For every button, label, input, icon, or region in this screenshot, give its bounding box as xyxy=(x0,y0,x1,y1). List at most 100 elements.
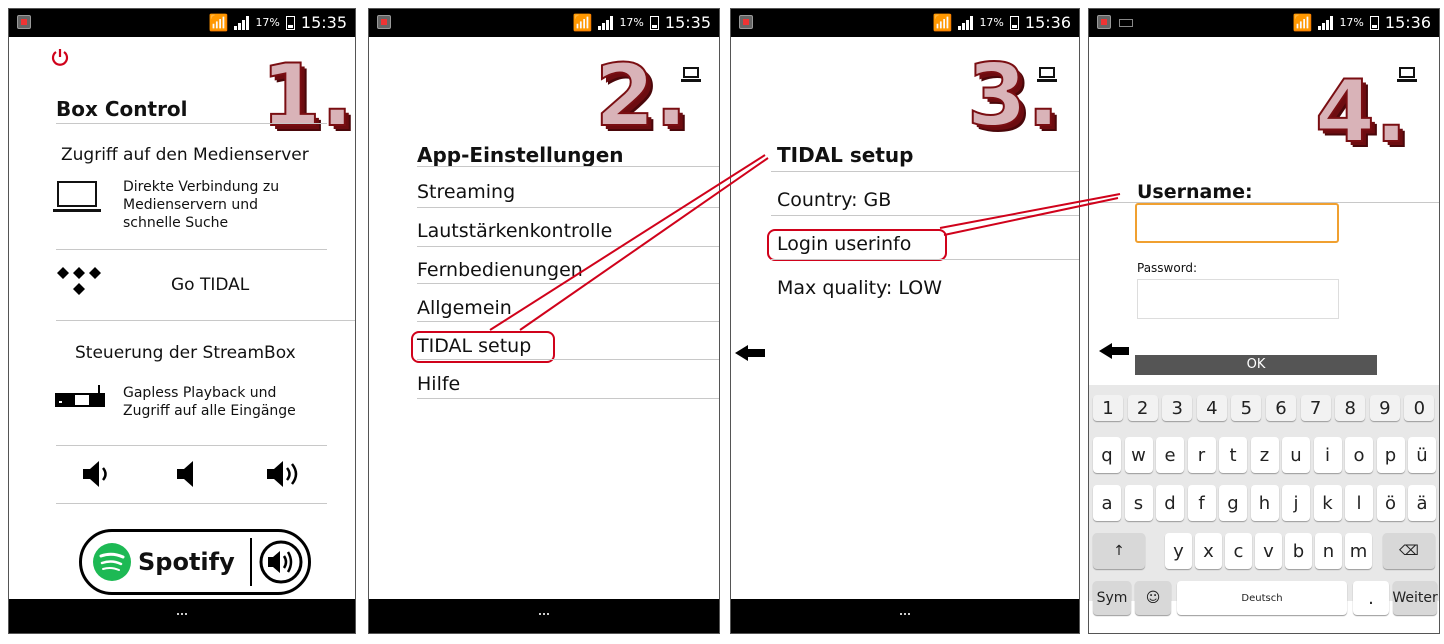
keyboard-notification-icon xyxy=(1119,19,1133,27)
power-icon[interactable] xyxy=(51,47,69,67)
key-y[interactable]: y xyxy=(1165,533,1192,569)
divider xyxy=(56,123,327,124)
key-g[interactable]: g xyxy=(1219,485,1247,521)
sym-key[interactable]: Sym xyxy=(1093,581,1131,615)
period-key[interactable]: . xyxy=(1353,581,1389,615)
key-1[interactable]: 1 xyxy=(1093,395,1123,421)
laptop-icon[interactable] xyxy=(1397,67,1417,83)
divider xyxy=(417,359,719,360)
key-b[interactable]: b xyxy=(1285,533,1312,569)
key-m[interactable]: m xyxy=(1345,533,1372,569)
screen-app-settings: 📶 17% 15:35 2. App-Einstellungen Streami… xyxy=(368,8,720,634)
wifi-icon: 📶 xyxy=(932,13,953,32)
divider xyxy=(417,246,719,247)
media-server-desc-line: Medienservern und xyxy=(123,197,258,213)
laptop-icon[interactable] xyxy=(1037,67,1057,83)
laptop-icon[interactable] xyxy=(681,67,701,83)
clock: 15:35 xyxy=(664,13,711,32)
go-tidal-button[interactable]: Go TIDAL xyxy=(49,261,329,317)
key-s[interactable]: s xyxy=(1124,485,1153,521)
media-server-row[interactable]: Direkte Verbindung zu Medienservern und … xyxy=(49,175,329,241)
username-input[interactable] xyxy=(1135,203,1339,243)
key-p[interactable]: p xyxy=(1376,437,1405,473)
key-i[interactable]: i xyxy=(1313,437,1342,473)
key-v[interactable]: v xyxy=(1255,533,1282,569)
divider xyxy=(56,320,355,321)
key-q[interactable]: q xyxy=(1093,437,1121,473)
key-6[interactable]: 6 xyxy=(1266,395,1296,421)
next-key[interactable]: Weiter xyxy=(1392,581,1438,615)
menu-item-help[interactable]: Hilfe xyxy=(417,373,460,395)
battery-percent: 17% xyxy=(255,16,280,29)
streambox-heading: Steuerung der StreamBox xyxy=(75,343,296,363)
app-notification-icon xyxy=(1097,15,1111,29)
divider xyxy=(417,166,719,167)
screen-box-control: 📶 17% 15:35 1. Box Control Zugriff auf d… xyxy=(8,8,356,634)
key-c[interactable]: c xyxy=(1225,533,1252,569)
signal-icon xyxy=(958,15,974,30)
ok-button[interactable]: OK xyxy=(1135,355,1377,375)
key-3[interactable]: 3 xyxy=(1162,395,1193,421)
volume-down-icon[interactable] xyxy=(81,459,115,489)
status-bar: 📶 17% 15:35 xyxy=(369,9,719,37)
key-a[interactable]: a xyxy=(1093,485,1121,521)
backspace-key[interactable]: ⌫ xyxy=(1383,533,1435,569)
back-arrow-icon[interactable] xyxy=(735,345,765,361)
emoji-key[interactable]: ☺ xyxy=(1135,581,1171,615)
key-ä[interactable]: ä xyxy=(1408,485,1436,521)
key-2[interactable]: 2 xyxy=(1127,395,1158,421)
nav-bar xyxy=(369,599,719,633)
key-z[interactable]: z xyxy=(1250,437,1279,473)
streambox-row[interactable]: Gapless Playback und Zugriff auf alle Ei… xyxy=(49,377,329,427)
password-input[interactable] xyxy=(1137,279,1339,319)
key-5[interactable]: 5 xyxy=(1231,395,1262,421)
media-server-heading: Zugriff auf den Medienserver xyxy=(61,145,309,165)
spotify-connect-button[interactable]: Spotify xyxy=(79,529,311,595)
space-key[interactable]: Deutsch xyxy=(1177,581,1347,615)
divider xyxy=(417,283,719,284)
key-8[interactable]: 8 xyxy=(1335,395,1366,421)
key-r[interactable]: r xyxy=(1187,437,1216,473)
max-quality-setting[interactable]: Max quality: LOW xyxy=(777,277,942,299)
go-tidal-label: Go TIDAL xyxy=(171,275,250,295)
key-d[interactable]: d xyxy=(1156,485,1184,521)
key-h[interactable]: h xyxy=(1250,485,1279,521)
key-7[interactable]: 7 xyxy=(1300,395,1331,421)
key-0[interactable]: 0 xyxy=(1404,395,1435,421)
key-k[interactable]: k xyxy=(1313,485,1342,521)
menu-item-volume-control[interactable]: Lautstärkenkontrolle xyxy=(417,220,612,242)
shift-key[interactable]: ↑ xyxy=(1093,533,1145,569)
key-ö[interactable]: ö xyxy=(1376,485,1405,521)
volume-up-icon[interactable] xyxy=(265,459,303,489)
key-t[interactable]: t xyxy=(1219,437,1247,473)
menu-item-streaming[interactable]: Streaming xyxy=(417,181,515,203)
clock: 15:35 xyxy=(300,13,347,32)
key-w[interactable]: w xyxy=(1124,437,1153,473)
mute-icon[interactable] xyxy=(175,459,197,489)
space-key-label: Deutsch xyxy=(1241,592,1283,604)
menu-item-remotes[interactable]: Fernbedienungen xyxy=(417,259,583,281)
key-f[interactable]: f xyxy=(1187,485,1216,521)
app-notification-icon xyxy=(17,15,31,29)
key-n[interactable]: n xyxy=(1315,533,1342,569)
menu-item-general[interactable]: Allgemein xyxy=(417,297,512,319)
step-number-2: 2. xyxy=(594,46,689,146)
key-ü[interactable]: ü xyxy=(1408,437,1436,473)
signal-icon xyxy=(234,15,250,30)
key-l[interactable]: l xyxy=(1345,485,1373,521)
screen-tidal-setup: 📶 17% 15:36 3. TIDAL setup Country: GB L… xyxy=(730,8,1080,634)
page-title: TIDAL setup xyxy=(777,143,914,167)
back-arrow-icon[interactable] xyxy=(1099,343,1129,359)
key-u[interactable]: u xyxy=(1282,437,1310,473)
key-4[interactable]: 4 xyxy=(1196,395,1227,421)
country-setting[interactable]: Country: GB xyxy=(777,189,891,211)
battery-percent: 17% xyxy=(619,16,644,29)
key-o[interactable]: o xyxy=(1345,437,1373,473)
app-notification-icon xyxy=(377,15,391,29)
key-e[interactable]: e xyxy=(1156,437,1184,473)
step-number-4: 4. xyxy=(1314,62,1409,162)
key-9[interactable]: 9 xyxy=(1369,395,1400,421)
tidal-logo-icon xyxy=(57,267,101,295)
key-j[interactable]: j xyxy=(1282,485,1310,521)
key-x[interactable]: x xyxy=(1195,533,1222,569)
